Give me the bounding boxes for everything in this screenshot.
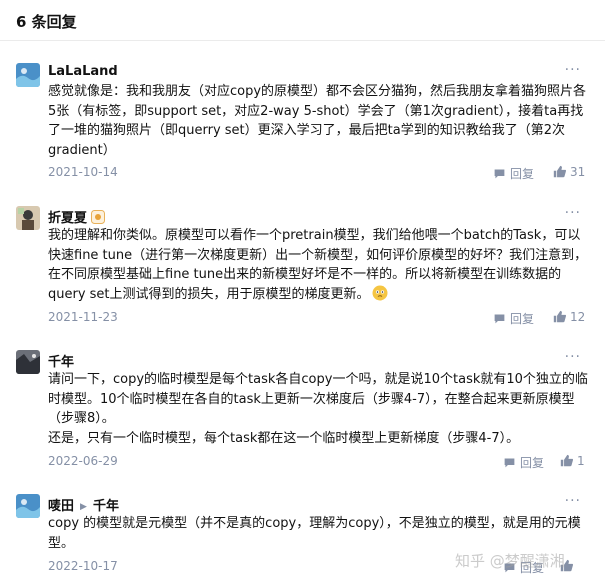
- comment-date: 2022-06-29: [48, 454, 118, 468]
- comment-meta: 2022-06-29 回复 1: [48, 454, 588, 472]
- avatar[interactable]: [16, 494, 40, 518]
- emoji-icon: [372, 285, 388, 301]
- like-button[interactable]: 12: [553, 310, 585, 324]
- avatar[interactable]: [16, 350, 40, 374]
- more-icon[interactable]: ···: [565, 205, 581, 221]
- comment-meta: 2021-10-14 回复 31: [48, 165, 588, 183]
- comment-date: 2021-11-23: [48, 310, 118, 324]
- reply-label: 回复: [520, 561, 545, 575]
- comment-date: 2022-10-17: [48, 559, 118, 573]
- reply-icon: [504, 563, 515, 573]
- comment-content: 请问一下，copy的临时模型是每个task各自copy一个吗，就是说10个tas…: [48, 372, 588, 446]
- reply-icon: [504, 458, 515, 468]
- thumb-up-icon: [553, 310, 567, 323]
- reply-count-title: 6 条回复: [16, 13, 77, 31]
- like-count: 1: [577, 454, 585, 468]
- like-count: 31: [570, 165, 586, 179]
- like-count: 12: [570, 310, 586, 324]
- more-icon[interactable]: ···: [565, 62, 581, 78]
- comment-author[interactable]: 折夏夏: [48, 207, 106, 226]
- reply-label: 回复: [510, 312, 535, 326]
- avatar[interactable]: [16, 63, 40, 87]
- reply-arrow-icon: ▶: [80, 502, 87, 512]
- thumb-up-icon: [560, 559, 574, 572]
- reply-button[interactable]: 回复: [503, 454, 544, 471]
- comment-content: 我的理解和你类似。原模型可以看作一个pretrain模型，我们给他喂一个batc…: [48, 228, 588, 302]
- avatar[interactable]: [16, 206, 40, 230]
- reply-icon: [494, 314, 505, 324]
- reply-button[interactable]: 回复: [493, 165, 534, 182]
- more-icon[interactable]: ···: [565, 349, 581, 365]
- like-button[interactable]: 1: [560, 454, 585, 468]
- comment-content: copy 的模型就是元模型（并不是真的copy，理解为copy），不是独立的模型…: [48, 516, 581, 551]
- like-button[interactable]: [560, 559, 577, 573]
- comment-author[interactable]: LaLaLand: [48, 64, 118, 79]
- thumb-up-icon: [553, 165, 567, 178]
- reply-to-author[interactable]: 千年: [93, 499, 119, 514]
- comment-date: 2021-10-14: [48, 165, 118, 179]
- reply-button[interactable]: 回复: [503, 559, 544, 576]
- thumb-up-icon: [560, 454, 574, 467]
- comment-meta: 2022-10-17 回复: [48, 559, 588, 577]
- reply-button[interactable]: 回复: [493, 310, 534, 327]
- comment-meta: 2021-11-23 回复 12: [48, 310, 588, 328]
- badge-icon: [91, 210, 106, 224]
- reply-label: 回复: [520, 456, 545, 470]
- comment-content: 感觉就像是：我和我朋友（对应copy的原模型）都不会区分猫狗，然后我朋友拿着猫狗…: [48, 84, 587, 158]
- comment-author[interactable]: 千年: [48, 351, 74, 370]
- comments-header: 6 条回复: [0, 0, 605, 41]
- like-button[interactable]: 31: [553, 165, 585, 179]
- more-icon[interactable]: ···: [565, 493, 581, 509]
- reply-icon: [494, 169, 505, 179]
- reply-label: 回复: [510, 167, 535, 181]
- comment-author[interactable]: 唛田 ▶ 千年: [48, 495, 119, 514]
